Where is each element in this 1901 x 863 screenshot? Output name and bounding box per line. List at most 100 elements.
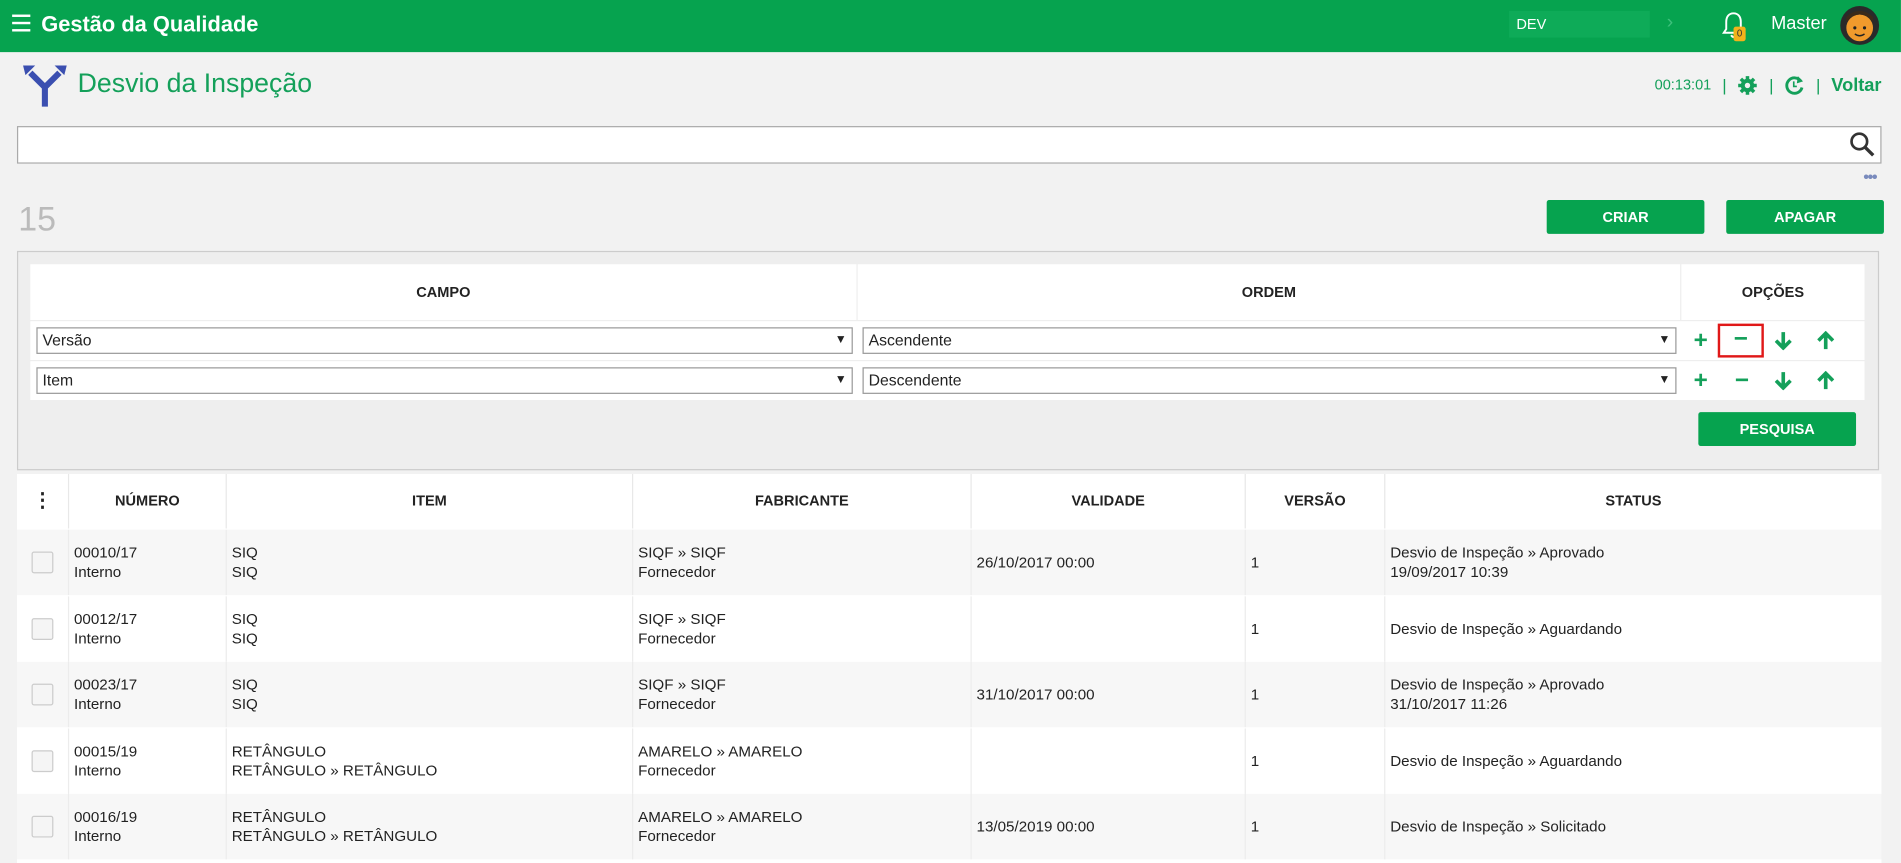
sort-header-options: OPÇÕES: [1681, 264, 1865, 320]
arrow-up-icon[interactable]: [1812, 327, 1839, 354]
table-row[interactable]: 00023/17 Interno SIQ SIQ SIQF » SIQF Forneced…: [16, 661, 1882, 728]
row-checkbox[interactable]: [31, 749, 54, 772]
cell-numero-text: Interno: [73, 827, 122, 845]
row-checkbox[interactable]: [31, 683, 54, 706]
cell-status: Desvio de Inspeção » Aguardando: [1385, 596, 1881, 661]
cell-versao-text: 1: [1250, 686, 1260, 704]
cell-fabricante-text: Fornecedor: [638, 827, 716, 845]
sort-order-value: Descendente: [868, 370, 962, 390]
cell-item-text: RETÂNGULO: [231, 742, 327, 760]
cell-select: [17, 529, 70, 596]
session-timer: 00:13:01: [1654, 76, 1712, 94]
sort-field-select[interactable]: Versão ▼: [36, 327, 853, 354]
cell-numero-text: Interno: [73, 761, 122, 779]
column-header-fabricante[interactable]: FABRICANTE: [633, 473, 972, 529]
dropdown-caret-icon: ▼: [834, 333, 847, 347]
sort-row: Versão ▼ Ascendente ▼ + −: [30, 321, 1865, 360]
arrow-up-icon[interactable]: [1812, 367, 1839, 394]
cell-numero-text: 00023/17: [73, 676, 138, 694]
cell-item-text: SIQ: [231, 610, 258, 628]
top-bar: Gestão da Qualidade DEV › 0 Master: [0, 0, 1901, 53]
sort-order-select[interactable]: Ascendente ▼: [862, 327, 1677, 354]
sort-field-value: Item: [42, 370, 74, 390]
arrow-down-icon[interactable]: [1770, 367, 1797, 394]
row-checkbox[interactable]: [31, 551, 54, 574]
remove-row-icon[interactable]: −: [1729, 367, 1756, 394]
cell-numero-text: 00012/17: [73, 610, 138, 628]
remove-row-icon[interactable]: −: [1717, 323, 1764, 358]
sort-header-field: CAMPO: [30, 264, 857, 320]
cell-numero-text: Interno: [73, 563, 122, 581]
cell-select: [17, 727, 70, 794]
column-header-numero[interactable]: NÚMERO: [69, 473, 227, 529]
table-row[interactable]: 00015/19 Interno RETÂNGULO RETÂNGULO » RETÂ…: [17, 727, 1882, 794]
cell-item-text: RETÂNGULO: [231, 808, 327, 826]
cell-versao-text: 1: [1250, 752, 1260, 770]
refresh-icon[interactable]: [1784, 75, 1805, 96]
divider: |: [1722, 75, 1727, 95]
table-row[interactable]: 00016/19 Interno RETÂNGULO RETÂNGULO » RETÂ…: [16, 793, 1882, 860]
cell-fabricante-text: SIQF » SIQF: [638, 610, 726, 628]
app-title: Gestão da Qualidade: [41, 12, 259, 37]
cell-numero: 00016/19 Interno: [69, 793, 227, 860]
cell-validade: [972, 595, 1246, 662]
more-options-icon[interactable]: •••: [1863, 167, 1877, 185]
delete-button[interactable]: APAGAR: [1726, 199, 1884, 234]
sort-panel: CAMPO ORDEM OPÇÕES Versão ▼ Ascendente ▼…: [16, 250, 1880, 471]
row-checkbox[interactable]: [31, 617, 54, 640]
sort-order-value: Ascendente: [868, 330, 952, 350]
cell-numero-text: 00016/19: [73, 808, 138, 826]
sort-field-select[interactable]: Item ▼: [36, 367, 853, 394]
cell-numero-text: Interno: [73, 629, 122, 647]
sort-order-select[interactable]: Descendente ▼: [862, 367, 1677, 394]
cell-item: SIQ SIQ: [227, 661, 634, 728]
search-button[interactable]: PESQUISA: [1698, 412, 1857, 447]
cell-validade: 26/10/2017 00:00: [972, 529, 1246, 596]
cell-fabricante: AMARELO » AMARELO Fornecedor: [633, 727, 972, 794]
column-header-validade[interactable]: VALIDADE: [972, 473, 1246, 529]
column-menu-icon[interactable]: ⋮: [17, 473, 70, 529]
cell-item: SIQ SIQ: [227, 595, 634, 662]
cell-status: Desvio de Inspeção » Aguardando: [1385, 728, 1881, 793]
add-row-icon[interactable]: +: [1687, 367, 1714, 394]
create-button[interactable]: CRIAR: [1546, 199, 1705, 234]
arrow-down-icon[interactable]: [1770, 327, 1797, 354]
cell-item-text: SIQ: [231, 629, 258, 647]
chevron-right-icon[interactable]: ›: [1667, 12, 1673, 34]
cell-fabricante-text: Fornecedor: [638, 761, 716, 779]
cell-numero-text: Interno: [73, 695, 122, 713]
cell-fabricante-text: AMARELO » AMARELO: [638, 808, 803, 826]
cell-validade-text: 13/05/2019 00:00: [976, 818, 1095, 836]
column-header-status[interactable]: STATUS: [1385, 474, 1881, 529]
cell-validade: 13/05/2019 00:00: [972, 793, 1246, 860]
cell-status-text: Desvio de Inspeção » Solicitado: [1390, 818, 1607, 836]
cell-status-text: Desvio de Inspeção » Aguardando: [1390, 619, 1623, 637]
sort-field-value: Versão: [42, 330, 92, 350]
table-row[interactable]: 00012/17 Interno SIQ SIQ SIQF » SIQF Forneced…: [17, 595, 1882, 662]
column-header-versao[interactable]: VERSÃO: [1246, 473, 1386, 529]
cell-versao: 1: [1246, 661, 1386, 728]
cell-fabricante: SIQF » SIQF Fornecedor: [633, 529, 972, 596]
cell-item: RETÂNGULO RETÂNGULO » RETÂNGULO: [227, 793, 634, 860]
back-link[interactable]: Voltar: [1831, 75, 1881, 96]
hamburger-menu-icon[interactable]: [12, 14, 31, 32]
cell-versao: 1: [1246, 529, 1386, 596]
cell-fabricante: SIQF » SIQF Fornecedor: [633, 595, 972, 662]
avatar[interactable]: [1839, 5, 1880, 46]
table-row[interactable]: 00010/17 Interno SIQ SIQ SIQF » SIQF Forneced…: [16, 529, 1882, 596]
cell-versao-text: 1: [1250, 553, 1260, 571]
add-row-icon[interactable]: +: [1687, 327, 1714, 354]
cell-status: Desvio de Inspeção » Aprovado 31/10/2017 …: [1385, 662, 1881, 727]
user-name[interactable]: Master: [1771, 13, 1827, 34]
search-icon[interactable]: [1849, 131, 1876, 158]
cell-versao-text: 1: [1250, 619, 1260, 637]
environment-selector[interactable]: DEV: [1509, 10, 1650, 38]
cell-versao: 1: [1246, 793, 1386, 860]
column-header-item[interactable]: ITEM: [227, 473, 634, 529]
cell-fabricante-text: Fornecedor: [638, 695, 716, 713]
cell-status-text: 31/10/2017 11:26: [1390, 695, 1508, 713]
gear-icon[interactable]: [1738, 75, 1759, 96]
row-checkbox[interactable]: [31, 815, 54, 838]
cell-fabricante-text: Fornecedor: [638, 629, 716, 647]
search-input[interactable]: [16, 126, 1882, 164]
